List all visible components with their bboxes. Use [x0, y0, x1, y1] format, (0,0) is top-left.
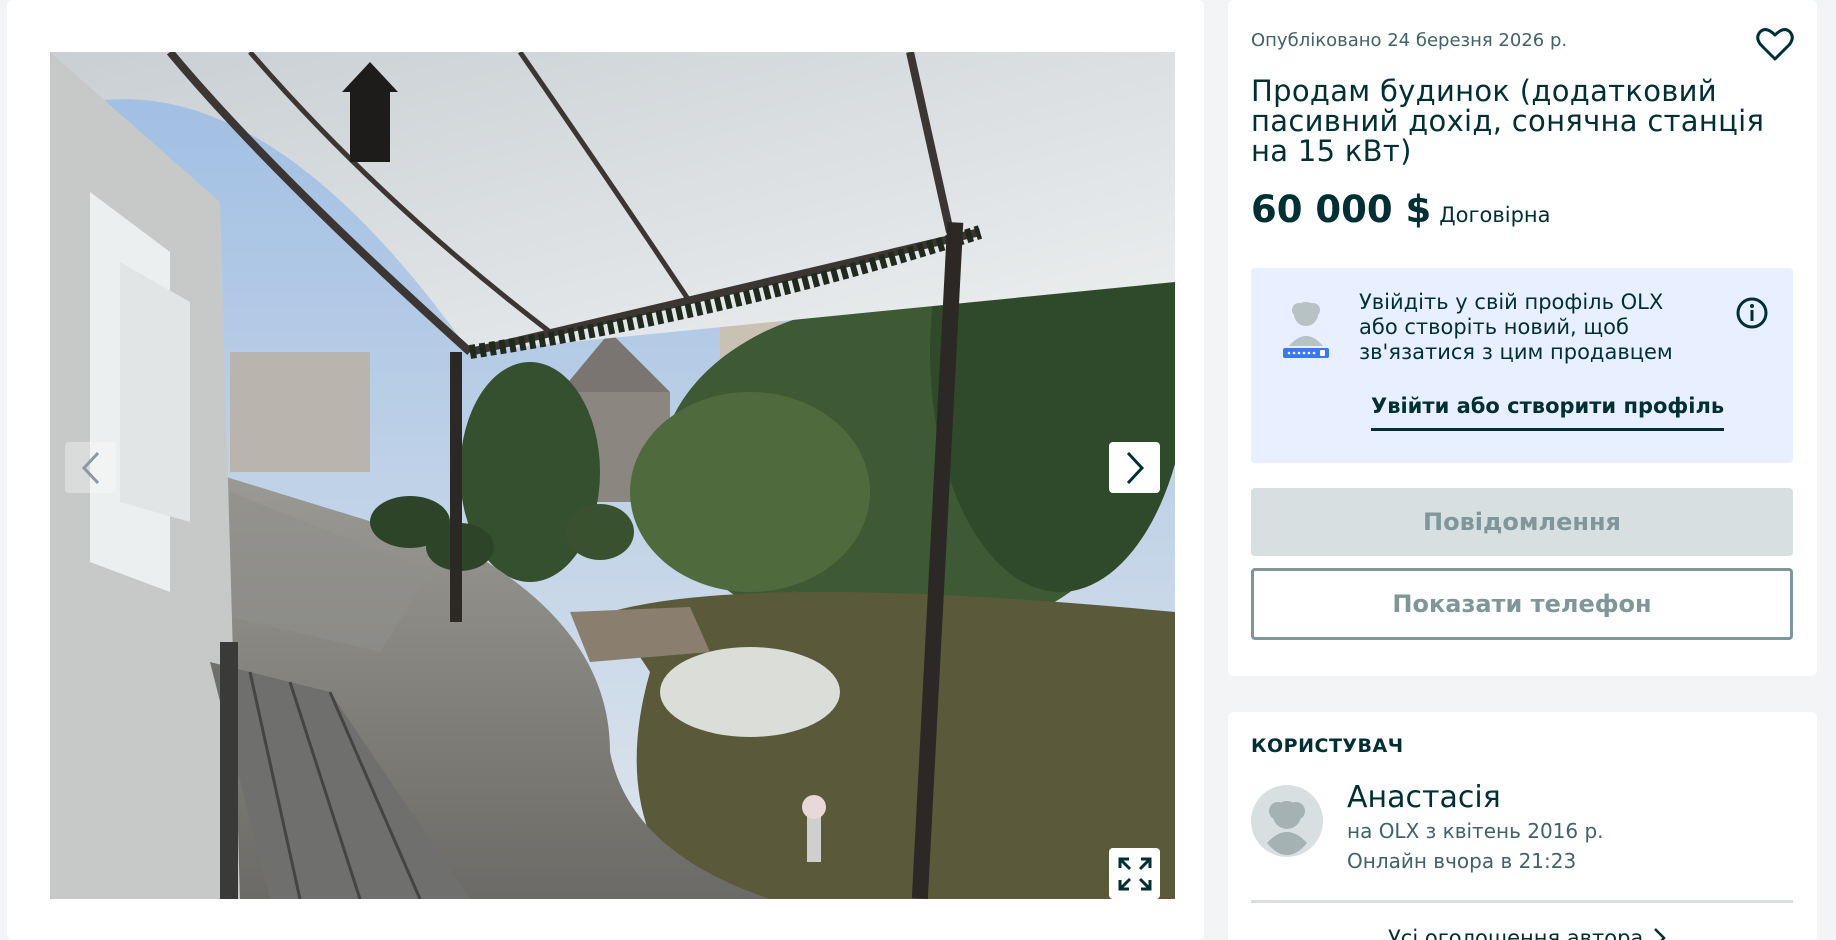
chevron-right-icon: [1126, 451, 1144, 484]
login-prompt-text: Увійдіть у свій профіль OLX або створіть…: [1359, 290, 1673, 364]
price: 60 000 $: [1251, 188, 1432, 231]
message-button[interactable]: Повідомлення: [1251, 488, 1793, 556]
photo-illustration: [50, 52, 1175, 899]
all-seller-ads-link[interactable]: Усі оголошення автора: [1388, 926, 1667, 940]
prev-photo-button[interactable]: [65, 442, 116, 493]
gallery-card: [7, 0, 1204, 940]
next-photo-button[interactable]: [1109, 442, 1160, 493]
seller-card: КОРИСТУВАЧ Анастасія на OLX з квітень 20…: [1228, 712, 1817, 940]
info-icon[interactable]: [1735, 296, 1769, 330]
negotiable-label: Договірна: [1439, 203, 1551, 227]
favorite-button[interactable]: [1755, 24, 1795, 64]
listing-info-card: Опубліковано 24 березня 2026 р. Продам б…: [1228, 0, 1817, 676]
seller-since: на OLX з квітень 2016 р.: [1347, 819, 1604, 843]
expand-icon: [1118, 857, 1151, 890]
login-or-register-link[interactable]: Увійти або створити профіль: [1371, 394, 1725, 431]
all-seller-ads-label: Усі оголошення автора: [1388, 926, 1644, 940]
listing-title: Продам будинок (додатковий пасивний дохі…: [1251, 74, 1765, 168]
listing-photo[interactable]: [50, 52, 1175, 899]
price-row: 60 000 $ Договірна: [1251, 188, 1551, 231]
posted-date: Опубліковано 24 березня 2026 р.: [1251, 30, 1568, 51]
login-prompt-box: Увійдіть у свій профіль OLX або створіть…: [1251, 268, 1793, 463]
divider: [1251, 900, 1793, 903]
chevron-right-icon: [1654, 928, 1667, 940]
seller-name[interactable]: Анастасія: [1347, 780, 1501, 815]
avatar[interactable]: [1251, 785, 1323, 857]
heart-icon: [1756, 28, 1794, 61]
show-phone-button[interactable]: Показати телефон: [1251, 568, 1793, 640]
seller-section-title: КОРИСТУВАЧ: [1251, 735, 1404, 757]
chevron-left-icon: [81, 451, 99, 484]
fullscreen-button[interactable]: [1109, 848, 1160, 899]
login-illustration-icon: [1283, 302, 1329, 358]
seller-online-status: Онлайн вчора в 21:23: [1347, 849, 1577, 873]
